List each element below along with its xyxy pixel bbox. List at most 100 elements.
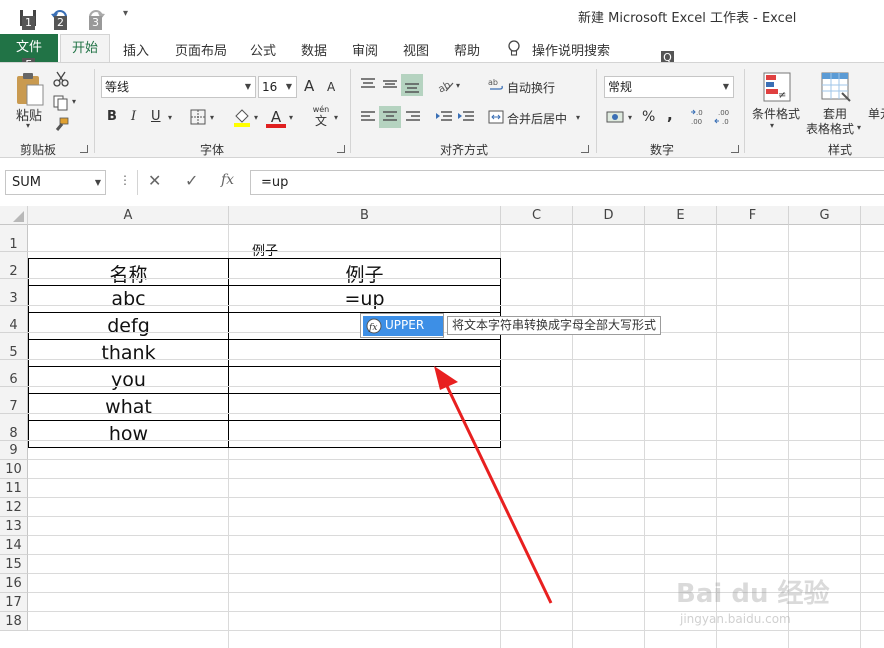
bold-button[interactable]: B	[107, 109, 117, 124]
tab-view[interactable]: 视图	[403, 40, 429, 59]
underline-button[interactable]: U	[151, 109, 161, 124]
row-header-6[interactable]: 6	[0, 360, 28, 387]
cell-a5[interactable]: thank	[29, 342, 228, 364]
format-as-table-line2[interactable]: 表格格式	[806, 120, 854, 137]
row-header-5[interactable]: 5	[0, 333, 28, 360]
row-header-10[interactable]: 10	[0, 460, 28, 479]
orientation-icon[interactable]: ab	[436, 77, 454, 93]
row-header-15[interactable]: 15	[0, 555, 28, 574]
insert-function-button[interactable]: fx	[221, 172, 234, 188]
tab-insert[interactable]: 插入	[123, 40, 149, 59]
tab-help[interactable]: 帮助	[454, 40, 480, 59]
align-top-icon[interactable]	[360, 77, 376, 91]
font-name-select[interactable]: 等线 ▼	[101, 76, 256, 98]
autocomplete-item-upper[interactable]: fx UPPER	[363, 316, 443, 336]
customize-qat-icon[interactable]: ▾	[123, 8, 128, 19]
formula-input[interactable]: =up	[250, 170, 884, 195]
paste-dropdown-icon[interactable]: ▾	[26, 121, 30, 130]
column-header-a[interactable]: A	[28, 206, 229, 225]
cell-a6[interactable]: you	[29, 369, 228, 391]
copy-icon[interactable]	[53, 95, 69, 111]
cell-a8[interactable]: how	[29, 423, 228, 445]
percent-button[interactable]: %	[642, 109, 655, 125]
row-header-12[interactable]: 12	[0, 498, 28, 517]
row-header-7[interactable]: 7	[0, 387, 28, 414]
format-table-dropdown-icon[interactable]: ▾	[857, 123, 861, 132]
align-middle-icon[interactable]	[382, 77, 398, 91]
italic-button[interactable]: I	[131, 109, 136, 124]
column-header-d[interactable]: D	[573, 206, 645, 225]
select-all-corner[interactable]	[0, 206, 28, 225]
tell-me-search[interactable]: 操作说明搜索	[532, 40, 610, 59]
wrap-text-button[interactable]: 自动换行	[507, 79, 555, 96]
cell-a7[interactable]: what	[29, 396, 228, 418]
cell-b1[interactable]: 例子	[229, 240, 301, 259]
number-launcher-icon[interactable]	[731, 145, 739, 153]
column-header-f[interactable]: F	[717, 206, 789, 225]
font-size-select[interactable]: 16 ▼	[258, 76, 297, 98]
row-header-11[interactable]: 11	[0, 479, 28, 498]
fill-color-icon[interactable]	[233, 107, 251, 127]
cell-b3[interactable]: =up	[229, 288, 500, 310]
row-header-18[interactable]: 18	[0, 612, 28, 631]
row-header-2[interactable]: 2	[0, 252, 28, 279]
underline-dropdown-icon[interactable]: ▾	[168, 113, 172, 122]
tab-formulas[interactable]: 公式	[250, 40, 276, 59]
cell-a4[interactable]: defg	[29, 315, 228, 337]
tab-data[interactable]: 数据	[301, 40, 327, 59]
paste-icon[interactable]	[14, 71, 46, 107]
orientation-dropdown-icon[interactable]: ▾	[456, 81, 460, 90]
row-header-1[interactable]: 1	[0, 225, 28, 252]
copy-dropdown-icon[interactable]: ▾	[72, 97, 76, 106]
tab-review[interactable]: 审阅	[352, 40, 378, 59]
cell-styles-button[interactable]: 单元	[868, 105, 884, 122]
increase-decimal-icon[interactable]: .0 .00	[690, 107, 712, 127]
phonetic-dropdown-icon[interactable]: ▾	[334, 113, 338, 122]
conditional-dropdown-icon[interactable]: ▾	[770, 121, 774, 130]
alignment-launcher-icon[interactable]	[581, 145, 589, 153]
column-header-b[interactable]: B	[229, 206, 501, 225]
cell-a2[interactable]: 名称	[29, 260, 228, 287]
align-left-icon[interactable]	[360, 110, 376, 124]
format-painter-icon[interactable]	[53, 117, 69, 133]
font-color-dropdown-icon[interactable]: ▾	[289, 113, 293, 122]
column-header-h[interactable]	[861, 206, 884, 225]
fill-color-dropdown-icon[interactable]: ▾	[254, 113, 258, 122]
decrease-decimal-icon[interactable]: .00 .0	[714, 107, 736, 127]
align-center-button[interactable]	[379, 106, 401, 128]
decrease-indent-icon[interactable]	[435, 110, 453, 124]
cancel-icon[interactable]: ✕	[148, 171, 161, 190]
tab-page-layout[interactable]: 页面布局	[175, 40, 227, 59]
cell-a3[interactable]: abc	[29, 288, 228, 310]
column-header-g[interactable]: G	[789, 206, 861, 225]
align-bottom-button[interactable]	[401, 74, 423, 96]
conditional-formatting-icon[interactable]: ≠	[762, 71, 792, 103]
name-box[interactable]: SUM ▼	[5, 170, 106, 195]
wrap-text-icon[interactable]: ab	[488, 77, 504, 93]
cell-b2[interactable]: 例子	[229, 260, 500, 287]
borders-dropdown-icon[interactable]: ▾	[210, 113, 214, 122]
row-header-14[interactable]: 14	[0, 536, 28, 555]
row-header-4[interactable]: 4	[0, 306, 28, 333]
comma-button[interactable]: ,	[667, 106, 673, 124]
borders-icon[interactable]	[190, 109, 206, 125]
number-format-select[interactable]: 常规 ▼	[604, 76, 734, 98]
shrink-font-button[interactable]: A	[327, 80, 335, 94]
currency-dropdown-icon[interactable]: ▾	[628, 113, 632, 122]
row-header-17[interactable]: 17	[0, 593, 28, 612]
row-header-8[interactable]: 8	[0, 414, 28, 441]
merge-center-button[interactable]: 合并后居中	[507, 110, 567, 127]
column-header-c[interactable]: C	[501, 206, 573, 225]
enter-check-icon[interactable]: ✓	[185, 171, 198, 190]
currency-icon[interactable]	[606, 109, 624, 125]
phonetic-button[interactable]: wén 文	[310, 105, 332, 129]
font-color-button[interactable]: A	[266, 107, 286, 128]
align-right-icon[interactable]	[405, 110, 421, 124]
merge-center-icon[interactable]	[488, 109, 504, 125]
font-launcher-icon[interactable]	[337, 145, 345, 153]
clipboard-launcher-icon[interactable]	[80, 145, 88, 153]
cut-icon[interactable]	[53, 71, 69, 87]
row-header-9[interactable]: 9	[0, 441, 28, 460]
conditional-formatting-button[interactable]: 条件格式	[752, 105, 800, 122]
format-as-table-icon[interactable]	[820, 71, 852, 103]
